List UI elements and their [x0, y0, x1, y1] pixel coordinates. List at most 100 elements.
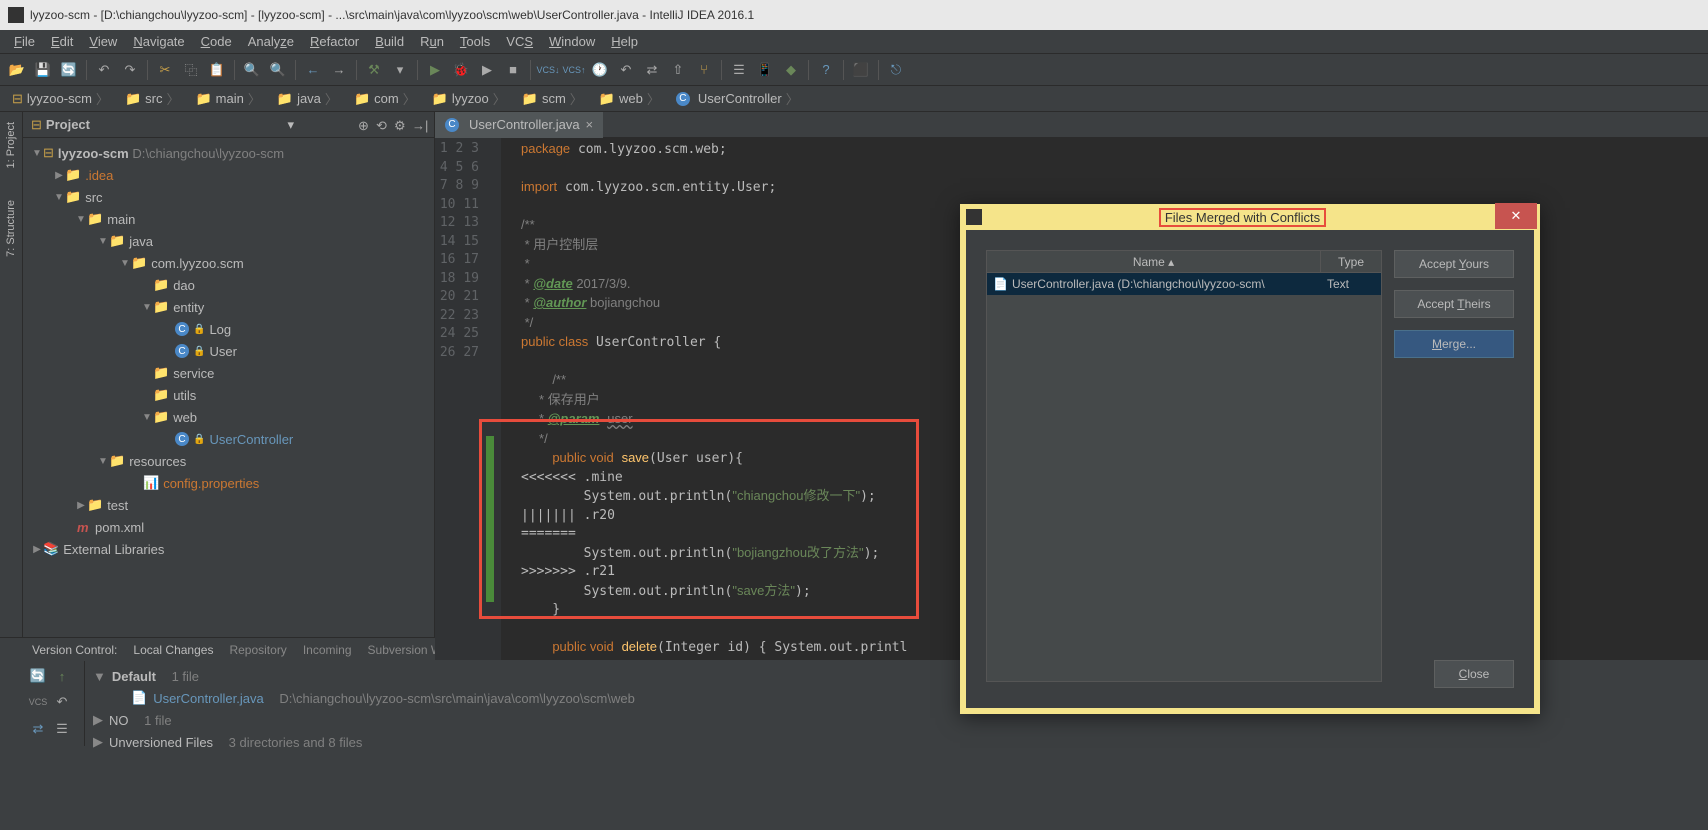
tree-idea[interactable]: ▶📁.idea — [23, 164, 434, 186]
tree-test[interactable]: ▶📁test — [23, 494, 434, 516]
vcs-merge-icon[interactable]: ⑂ — [693, 59, 715, 81]
debug-icon[interactable]: 🐞 — [450, 59, 472, 81]
tree-java[interactable]: ▼📁java — [23, 230, 434, 252]
forward-icon[interactable]: → — [328, 59, 350, 81]
vcs-push-icon[interactable]: ⇧ — [667, 59, 689, 81]
jrebel-icon[interactable]: ⬛ — [850, 59, 872, 81]
find-icon[interactable]: 🔍 — [241, 59, 263, 81]
col-name[interactable]: Name ▴ — [987, 251, 1321, 272]
commit-icon[interactable]: ↑ — [51, 665, 73, 687]
gear-icon[interactable]: ⚙ — [394, 118, 408, 132]
accept-yours-button[interactable]: Accept Yours — [1394, 250, 1514, 278]
collapse-icon[interactable]: ⊕ — [358, 118, 372, 132]
tree-entity[interactable]: ▼📁entity — [23, 296, 434, 318]
copy-icon[interactable]: ⿻ — [180, 59, 202, 81]
tree-config[interactable]: 📊config.properties — [23, 472, 434, 494]
refresh-icon[interactable]: 🔄 — [27, 665, 49, 687]
crumb-class[interactable]: CUserController〉 — [670, 89, 805, 108]
menu-refactor[interactable]: Refactor — [302, 34, 367, 49]
menu-window[interactable]: Window — [541, 34, 603, 49]
dialog-close-icon[interactable]: ✕ — [1495, 203, 1537, 229]
panel-dropdown-icon[interactable]: ▾ — [287, 117, 294, 133]
crumb-root[interactable]: ⊟lyyzoo-scm〉 — [6, 89, 115, 108]
run-icon[interactable]: ▶ — [424, 59, 446, 81]
crumb-main[interactable]: 📁main〉 — [189, 89, 266, 108]
tree-root[interactable]: ▼⊟lyyzoo-scm D:\chiangchou\lyyzoo-scm — [23, 142, 434, 164]
vcs-commit-icon[interactable]: VCS↑ — [563, 59, 585, 81]
tree-pkg[interactable]: ▼📁com.lyyzoo.scm — [23, 252, 434, 274]
tree-user[interactable]: C🔒User — [23, 340, 434, 362]
save-icon[interactable]: 💾 — [32, 59, 54, 81]
cut-icon[interactable]: ✂ — [154, 59, 176, 81]
tree-extlib[interactable]: ▶📚External Libraries — [23, 538, 434, 560]
sync-icon[interactable]: 🔄 — [58, 59, 80, 81]
changelist-icon[interactable]: ☰ — [51, 718, 73, 740]
sdk-icon[interactable]: ◆ — [780, 59, 802, 81]
vcs-tab-repo[interactable]: Repository — [229, 643, 286, 657]
open-icon[interactable]: 📂 — [6, 59, 28, 81]
undo-icon[interactable]: ↶ — [93, 59, 115, 81]
tree-pom[interactable]: mpom.xml — [23, 516, 434, 538]
tree-web[interactable]: ▼📁web — [23, 406, 434, 428]
config-dropdown[interactable]: ▾ — [389, 59, 411, 81]
tree-main[interactable]: ▼📁main — [23, 208, 434, 230]
tree-usercontroller[interactable]: C🔒UserController — [23, 428, 434, 450]
menu-edit[interactable]: Edit — [43, 34, 81, 49]
close-button[interactable]: Close — [1434, 660, 1514, 688]
menu-tools[interactable]: Tools — [452, 34, 498, 49]
paste-icon[interactable]: 📋 — [206, 59, 228, 81]
crumb-scm[interactable]: 📁scm〉 — [516, 89, 589, 108]
structure-icon[interactable]: ☰ — [728, 59, 750, 81]
vcs-revert-icon[interactable]: ↶ — [615, 59, 637, 81]
vcs-unversioned[interactable]: ▶Unversioned Files 3 directories and 8 f… — [93, 731, 1700, 753]
target-icon[interactable]: ⟲ — [376, 118, 390, 132]
menu-vcs[interactable]: VCS — [498, 34, 541, 49]
coverage-icon[interactable]: ▶ — [476, 59, 498, 81]
stop-icon[interactable]: ■ — [502, 59, 524, 81]
close-icon[interactable]: × — [586, 117, 594, 132]
tab-project[interactable]: 1: Project — [3, 116, 19, 174]
menu-analyze[interactable]: Analyze — [240, 34, 302, 49]
vcs-label-icon[interactable]: VCS — [27, 691, 49, 713]
redo-icon[interactable]: ↷ — [119, 59, 141, 81]
menu-view[interactable]: View — [81, 34, 125, 49]
replace-icon[interactable]: 🔍 — [267, 59, 289, 81]
tree-utils[interactable]: 📁utils — [23, 384, 434, 406]
avd-icon[interactable]: 📱 — [754, 59, 776, 81]
crumb-com[interactable]: 📁com〉 — [348, 89, 422, 108]
tab-structure[interactable]: 7: Structure — [3, 194, 19, 263]
crumb-src[interactable]: 📁src〉 — [119, 89, 186, 108]
menu-build[interactable]: Build — [367, 34, 412, 49]
tree-log[interactable]: C🔒Log — [23, 318, 434, 340]
crumb-web[interactable]: 📁web〉 — [593, 89, 666, 108]
tree-dao[interactable]: 📁dao — [23, 274, 434, 296]
menu-code[interactable]: Code — [193, 34, 240, 49]
tree-resources[interactable]: ▼📁resources — [23, 450, 434, 472]
tree-src[interactable]: ▼📁src — [23, 186, 434, 208]
vcs-tab-local[interactable]: Local Changes — [133, 643, 213, 657]
crumb-lyyzoo[interactable]: 📁lyyzoo〉 — [426, 89, 512, 108]
conflict-row[interactable]: 📄UserController.java (D:\chiangchou\lyyz… — [987, 273, 1381, 295]
back-icon[interactable]: ← — [302, 59, 324, 81]
vcs-history-icon[interactable]: 🕐 — [589, 59, 611, 81]
menu-run[interactable]: Run — [412, 34, 452, 49]
merge-button[interactable]: Merge... — [1394, 330, 1514, 358]
diff-icon[interactable]: ⇄ — [27, 718, 49, 740]
accept-theirs-button[interactable]: Accept Theirs — [1394, 290, 1514, 318]
hide-icon[interactable]: →| — [412, 118, 426, 132]
build-icon[interactable]: ⚒ — [363, 59, 385, 81]
vcs-tab-incoming[interactable]: Incoming — [303, 643, 352, 657]
help-icon[interactable]: ? — [815, 59, 837, 81]
crumb-java[interactable]: 📁java〉 — [271, 89, 344, 108]
menu-navigate[interactable]: Navigate — [125, 34, 192, 49]
exit-icon[interactable]: ⎋ — [885, 59, 907, 81]
vcs-update-icon[interactable]: VCS↓ — [537, 59, 559, 81]
rollback-icon[interactable]: ↶ — [51, 691, 73, 713]
col-type[interactable]: Type — [1321, 251, 1381, 272]
vcs-diff-icon[interactable]: ⇄ — [641, 59, 663, 81]
menu-file[interactable]: File — [6, 34, 43, 49]
menu-help[interactable]: Help — [603, 34, 646, 49]
tab-usercontroller[interactable]: C UserController.java × — [435, 112, 603, 138]
tree-service[interactable]: 📁service — [23, 362, 434, 384]
project-tree: ▼⊟lyyzoo-scm D:\chiangchou\lyyzoo-scm ▶📁… — [23, 138, 434, 637]
